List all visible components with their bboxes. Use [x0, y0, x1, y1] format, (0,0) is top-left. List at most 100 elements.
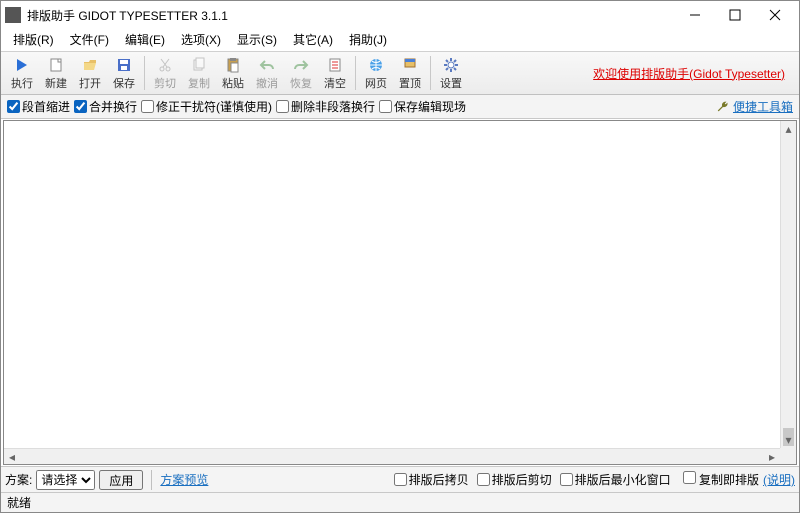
paste-icon [224, 56, 242, 74]
bottom-opt-cb-2[interactable] [560, 473, 573, 486]
scroll-left-icon[interactable]: ◂ [4, 449, 20, 464]
copy-layout-help-link[interactable]: (说明) [763, 471, 795, 488]
app-icon [5, 7, 21, 23]
menu-item-0[interactable]: 排版(R) [5, 29, 62, 50]
play-icon [13, 56, 31, 74]
window-title: 排版助手 GIDOT TYPESETTER 3.1.1 [27, 7, 675, 24]
option-label: 段首缩进 [22, 98, 70, 115]
scrollbar-vertical[interactable]: ▴ ▾ [780, 121, 796, 448]
menu-item-6[interactable]: 捐助(J) [341, 29, 395, 50]
toolbox-link[interactable]: 便捷工具箱 [716, 98, 793, 115]
titlebar: 排版助手 GIDOT TYPESETTER 3.1.1 [1, 1, 799, 29]
menu-item-5[interactable]: 其它(A) [285, 29, 341, 50]
tool-play-button[interactable]: 执行 [6, 53, 38, 93]
toolbar: 执行新建打开保存剪切复制粘贴撤消恢复清空 网页置顶 设置 欢迎使用排版助手(Gidot… [1, 51, 799, 95]
bottom-opt-label: 排版后最小化窗口 [575, 471, 671, 488]
tool-gear-button[interactable]: 设置 [435, 53, 467, 93]
tool-clear-button[interactable]: 清空 [319, 53, 351, 93]
bottom-opt-2[interactable]: 排版后最小化窗口 [560, 471, 671, 488]
option-4[interactable]: 保存编辑现场 [379, 98, 466, 115]
toolbar-separator [430, 56, 431, 90]
tool-copy-button: 复制 [183, 53, 215, 93]
menubar: 排版(R)文件(F)编辑(E)选项(X)显示(S)其它(A)捐助(J) [1, 29, 799, 51]
scrollbar-horizontal[interactable]: ◂ ▸ [4, 448, 780, 464]
bottom-opt-label: 排版后拷贝 [409, 471, 469, 488]
option-3[interactable]: 删除非段落换行 [276, 98, 375, 115]
option-label: 删除非段落换行 [291, 98, 375, 115]
menu-item-4[interactable]: 显示(S) [229, 29, 285, 50]
tool-label: 清空 [324, 75, 346, 91]
tool-label: 设置 [440, 75, 462, 91]
redo-icon [292, 56, 310, 74]
option-cb-2[interactable] [141, 100, 154, 113]
web-icon [367, 56, 385, 74]
tool-label: 复制 [188, 75, 210, 91]
toolbar-separator [144, 56, 145, 90]
status-bar: 就绪 [1, 492, 799, 512]
option-cb-1[interactable] [74, 100, 87, 113]
tool-label: 撤消 [256, 75, 278, 91]
editor-area: ▴ ▾ ◂ ▸ [3, 120, 797, 465]
option-cb-3[interactable] [276, 100, 289, 113]
option-label: 合并换行 [89, 98, 137, 115]
option-cb-0[interactable] [7, 100, 20, 113]
menu-item-3[interactable]: 选项(X) [173, 29, 229, 50]
bottom-opt-0[interactable]: 排版后拷贝 [394, 471, 469, 488]
scheme-select[interactable]: 请选择 [36, 470, 95, 490]
bottom-bar: 方案: 请选择 应用 方案预览 排版后拷贝 排版后剪切 排版后最小化窗口 复制即排版… [1, 466, 799, 492]
scheme-label: 方案: [5, 471, 32, 488]
text-editor[interactable] [4, 121, 796, 464]
open-icon [81, 56, 99, 74]
tool-undo-button: 撤消 [251, 53, 283, 93]
wrench-icon [716, 100, 730, 114]
bottom-opt-cb-0[interactable] [394, 473, 407, 486]
tool-label: 网页 [365, 75, 387, 91]
copy-layout-checkbox[interactable]: 复制即排版 [683, 471, 759, 488]
menu-item-2[interactable]: 编辑(E) [117, 29, 173, 50]
tool-paste-button[interactable]: 粘贴 [217, 53, 249, 93]
bottom-opt-cb-1[interactable] [477, 473, 490, 486]
bottom-opt-1[interactable]: 排版后剪切 [477, 471, 552, 488]
maximize-button[interactable] [715, 3, 755, 27]
tool-pin-button[interactable]: 置顶 [394, 53, 426, 93]
toolbox-label: 便捷工具箱 [733, 98, 793, 115]
tool-label: 剪切 [154, 75, 176, 91]
new-icon [47, 56, 65, 74]
undo-icon [258, 56, 276, 74]
apply-button[interactable]: 应用 [99, 470, 143, 490]
bottom-opt-label: 排版后剪切 [492, 471, 552, 488]
scroll-up-icon[interactable]: ▴ [781, 121, 796, 137]
tool-label: 新建 [45, 75, 67, 91]
tool-label: 粘贴 [222, 75, 244, 91]
option-2[interactable]: 修正干扰符(谨慎使用) [141, 98, 272, 115]
option-1[interactable]: 合并换行 [74, 98, 137, 115]
save-icon [115, 56, 133, 74]
scroll-right-icon[interactable]: ▸ [764, 449, 780, 464]
option-label: 修正干扰符(谨慎使用) [156, 98, 272, 115]
tool-new-button[interactable]: 新建 [40, 53, 72, 93]
separator [151, 470, 152, 490]
minimize-button[interactable] [675, 3, 715, 27]
window-controls [675, 3, 795, 27]
tool-web-button[interactable]: 网页 [360, 53, 392, 93]
scroll-down-icon[interactable]: ▾ [781, 432, 796, 448]
copy-layout-cb[interactable] [683, 471, 696, 484]
status-text: 就绪 [7, 494, 31, 511]
tool-label: 打开 [79, 75, 101, 91]
option-0[interactable]: 段首缩进 [7, 98, 70, 115]
toolbar-separator [355, 56, 356, 90]
tool-open-button[interactable]: 打开 [74, 53, 106, 93]
close-button[interactable] [755, 3, 795, 27]
option-cb-4[interactable] [379, 100, 392, 113]
scheme-preview-link[interactable]: 方案预览 [160, 471, 208, 488]
tool-save-button[interactable]: 保存 [108, 53, 140, 93]
tool-label: 执行 [11, 75, 33, 91]
welcome-link[interactable]: 欢迎使用排版助手(Gidot Typesetter) [593, 65, 795, 82]
gear-icon [442, 56, 460, 74]
cut-icon [156, 56, 174, 74]
menu-item-1[interactable]: 文件(F) [62, 29, 117, 50]
tool-label: 置顶 [399, 75, 421, 91]
tool-cut-button: 剪切 [149, 53, 181, 93]
option-label: 保存编辑现场 [394, 98, 466, 115]
tool-label: 恢复 [290, 75, 312, 91]
